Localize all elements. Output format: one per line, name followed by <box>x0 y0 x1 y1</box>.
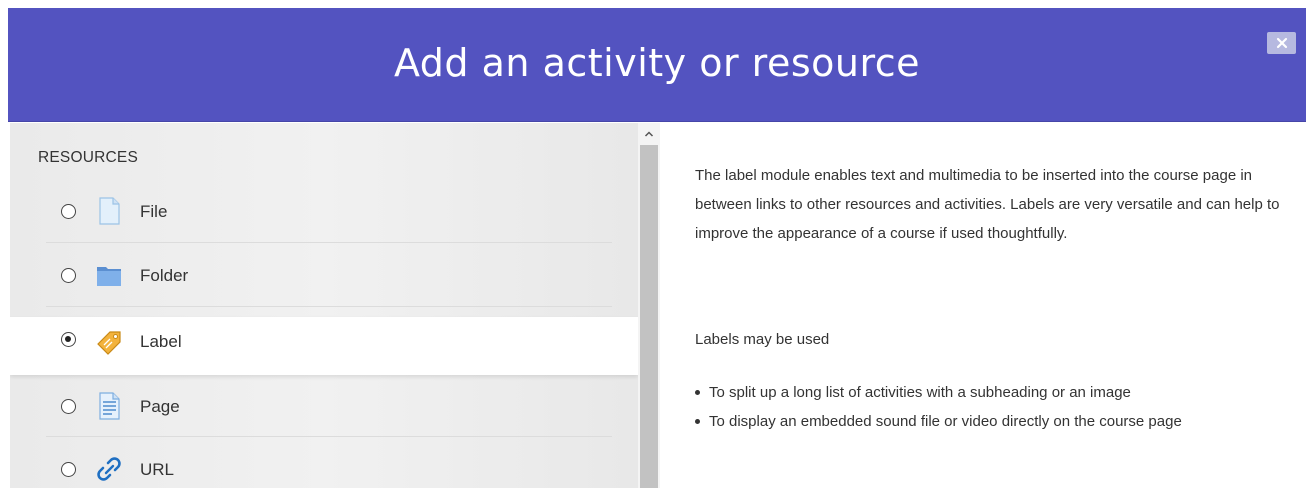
option-label[interactable]: Label <box>10 317 638 375</box>
option-folder[interactable]: Folder <box>10 245 638 307</box>
option-page-radio[interactable] <box>61 399 76 414</box>
options-list: RESOURCES File Folder Label Page URL <box>10 123 638 488</box>
help-bullet-list: To split up a long list of activities wi… <box>695 378 1285 436</box>
chevron-up-icon <box>644 131 654 137</box>
option-file-label: File <box>140 202 168 221</box>
scroll-up-button[interactable] <box>638 123 660 145</box>
scroll-thumb[interactable] <box>640 145 658 488</box>
dialog-header: Add an activity or resource <box>8 8 1306 122</box>
help-intro: The label module enables text and multim… <box>695 167 1280 242</box>
help-uses-heading: Labels may be used <box>695 331 830 348</box>
option-file-radio[interactable] <box>61 204 76 219</box>
close-button[interactable] <box>1267 32 1296 54</box>
help-bullet: To split up a long list of activities wi… <box>695 378 1285 407</box>
options-scrollbar[interactable] <box>638 123 660 488</box>
option-label-radio[interactable] <box>61 332 76 347</box>
label-tag-icon <box>97 331 121 355</box>
divider <box>46 436 612 437</box>
option-url[interactable]: URL <box>10 439 638 488</box>
dialog-title: Add an activity or resource <box>393 41 921 85</box>
close-icon <box>1276 37 1287 49</box>
option-url-label: URL <box>140 460 175 479</box>
option-folder-label: Folder <box>140 266 189 285</box>
help-pane: The label module enables text and multim… <box>660 123 1306 488</box>
option-url-radio[interactable] <box>61 462 76 477</box>
help-bullet: To display an embedded sound file or vid… <box>695 407 1285 436</box>
url-link-icon <box>97 457 121 481</box>
file-icon <box>99 197 120 225</box>
section-title-resources: RESOURCES <box>38 149 138 166</box>
option-page[interactable]: Page <box>10 375 638 437</box>
top-edge <box>0 0 1306 8</box>
folder-icon <box>97 267 121 286</box>
option-file[interactable]: File <box>10 181 638 243</box>
option-page-label: Page <box>140 397 180 416</box>
page-icon <box>99 392 120 420</box>
option-label-label: Label <box>140 332 182 351</box>
divider <box>46 306 612 307</box>
option-folder-radio[interactable] <box>61 268 76 283</box>
divider <box>46 242 612 243</box>
